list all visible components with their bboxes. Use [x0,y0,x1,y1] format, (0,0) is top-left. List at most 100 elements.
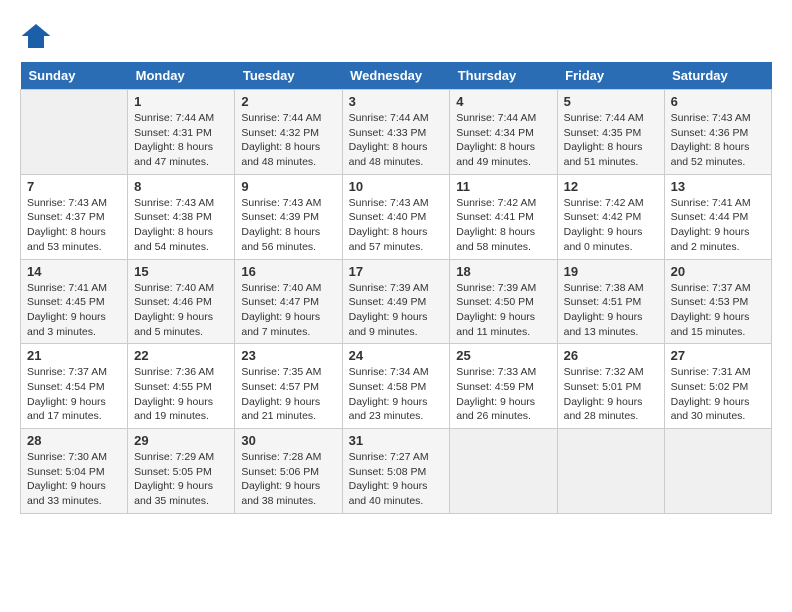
day-number: 9 [241,179,335,194]
calendar-cell: 10 Sunrise: 7:43 AMSunset: 4:40 PMDayligh… [342,174,450,259]
calendar-cell [664,429,771,514]
day-number: 12 [564,179,658,194]
day-info: Sunrise: 7:43 AMSunset: 4:37 PMDaylight:… [27,196,121,255]
day-info: Sunrise: 7:38 AMSunset: 4:51 PMDaylight:… [564,281,658,340]
week-row-1: 1 Sunrise: 7:44 AMSunset: 4:31 PMDaylight… [21,90,772,175]
calendar-cell: 30 Sunrise: 7:28 AMSunset: 5:06 PMDayligh… [235,429,342,514]
day-number: 27 [671,348,765,363]
logo [20,20,56,52]
week-row-3: 14Sunrise: 7:41 AMSunset: 4:45 PMDayligh… [21,259,772,344]
day-info: Sunrise: 7:43 AMSunset: 4:40 PMDaylight:… [349,196,444,255]
calendar-cell: 24Sunrise: 7:34 AMSunset: 4:58 PMDayligh… [342,344,450,429]
calendar-cell: 26 Sunrise: 7:32 AMSunset: 5:01 PMDayligh… [557,344,664,429]
day-info: Sunrise: 7:40 AMSunset: 4:46 PMDaylight:… [134,281,228,340]
day-number: 26 [564,348,658,363]
calendar-cell: 11 Sunrise: 7:42 AMSunset: 4:41 PMDayligh… [450,174,557,259]
calendar-cell: 28 Sunrise: 7:30 AMSunset: 5:04 PMDayligh… [21,429,128,514]
day-info: Sunrise: 7:37 AMSunset: 4:54 PMDaylight:… [27,365,121,424]
day-info: Sunrise: 7:32 AMSunset: 5:01 PMDaylight:… [564,365,658,424]
day-info: Sunrise: 7:41 AMSunset: 4:44 PMDaylight:… [671,196,765,255]
calendar-table: SundayMondayTuesdayWednesdayThursdayFrid… [20,62,772,514]
day-number: 10 [349,179,444,194]
day-info: Sunrise: 7:44 AMSunset: 4:33 PMDaylight:… [349,111,444,170]
day-info: Sunrise: 7:44 AMSunset: 4:31 PMDaylight:… [134,111,228,170]
day-info: Sunrise: 7:35 AMSunset: 4:57 PMDaylight:… [241,365,335,424]
day-number: 24 [349,348,444,363]
day-info: Sunrise: 7:36 AMSunset: 4:55 PMDaylight:… [134,365,228,424]
calendar-cell: 19Sunrise: 7:38 AMSunset: 4:51 PMDayligh… [557,259,664,344]
day-number: 6 [671,94,765,109]
day-number: 17 [349,264,444,279]
day-number: 8 [134,179,228,194]
calendar-cell: 22 Sunrise: 7:36 AMSunset: 4:55 PMDayligh… [128,344,235,429]
day-info: Sunrise: 7:43 AMSunset: 4:38 PMDaylight:… [134,196,228,255]
weekday-header-saturday: Saturday [664,62,771,90]
calendar-cell [21,90,128,175]
day-number: 5 [564,94,658,109]
calendar-cell: 6 Sunrise: 7:43 AMSunset: 4:36 PMDaylight… [664,90,771,175]
day-info: Sunrise: 7:30 AMSunset: 5:04 PMDaylight:… [27,450,121,509]
day-info: Sunrise: 7:44 AMSunset: 4:35 PMDaylight:… [564,111,658,170]
calendar-cell: 13 Sunrise: 7:41 AMSunset: 4:44 PMDayligh… [664,174,771,259]
calendar-cell: 23 Sunrise: 7:35 AMSunset: 4:57 PMDayligh… [235,344,342,429]
calendar-cell: 29Sunrise: 7:29 AMSunset: 5:05 PMDayligh… [128,429,235,514]
day-number: 13 [671,179,765,194]
day-info: Sunrise: 7:44 AMSunset: 4:32 PMDaylight:… [241,111,335,170]
weekday-header-thursday: Thursday [450,62,557,90]
day-info: Sunrise: 7:43 AMSunset: 4:39 PMDaylight:… [241,196,335,255]
day-number: 21 [27,348,121,363]
day-number: 18 [456,264,550,279]
weekday-header-monday: Monday [128,62,235,90]
calendar-cell: 9 Sunrise: 7:43 AMSunset: 4:39 PMDaylight… [235,174,342,259]
day-number: 16 [241,264,335,279]
day-number: 25 [456,348,550,363]
day-info: Sunrise: 7:31 AMSunset: 5:02 PMDaylight:… [671,365,765,424]
day-number: 28 [27,433,121,448]
day-number: 31 [349,433,444,448]
calendar-cell: 18Sunrise: 7:39 AMSunset: 4:50 PMDayligh… [450,259,557,344]
day-info: Sunrise: 7:39 AMSunset: 4:49 PMDaylight:… [349,281,444,340]
week-row-2: 7 Sunrise: 7:43 AMSunset: 4:37 PMDaylight… [21,174,772,259]
calendar-cell: 5 Sunrise: 7:44 AMSunset: 4:35 PMDaylight… [557,90,664,175]
day-number: 1 [134,94,228,109]
header [20,20,772,52]
day-info: Sunrise: 7:42 AMSunset: 4:41 PMDaylight:… [456,196,550,255]
calendar-cell [557,429,664,514]
logo-icon [20,20,52,52]
calendar-cell: 7 Sunrise: 7:43 AMSunset: 4:37 PMDaylight… [21,174,128,259]
day-number: 22 [134,348,228,363]
day-info: Sunrise: 7:37 AMSunset: 4:53 PMDaylight:… [671,281,765,340]
calendar-cell: 1 Sunrise: 7:44 AMSunset: 4:31 PMDaylight… [128,90,235,175]
day-number: 23 [241,348,335,363]
calendar-cell: 12 Sunrise: 7:42 AMSunset: 4:42 PMDayligh… [557,174,664,259]
calendar-cell: 27 Sunrise: 7:31 AMSunset: 5:02 PMDayligh… [664,344,771,429]
calendar-cell: 20 Sunrise: 7:37 AMSunset: 4:53 PMDayligh… [664,259,771,344]
calendar-cell: 4Sunrise: 7:44 AMSunset: 4:34 PMDaylight… [450,90,557,175]
calendar-cell: 31Sunrise: 7:27 AMSunset: 5:08 PMDayligh… [342,429,450,514]
day-number: 30 [241,433,335,448]
day-number: 7 [27,179,121,194]
weekday-header-sunday: Sunday [21,62,128,90]
weekday-header-row: SundayMondayTuesdayWednesdayThursdayFrid… [21,62,772,90]
day-info: Sunrise: 7:40 AMSunset: 4:47 PMDaylight:… [241,281,335,340]
calendar-cell: 17 Sunrise: 7:39 AMSunset: 4:49 PMDayligh… [342,259,450,344]
day-number: 3 [349,94,444,109]
day-info: Sunrise: 7:43 AMSunset: 4:36 PMDaylight:… [671,111,765,170]
calendar-cell: 25 Sunrise: 7:33 AMSunset: 4:59 PMDayligh… [450,344,557,429]
calendar-cell: 2Sunrise: 7:44 AMSunset: 4:32 PMDaylight… [235,90,342,175]
day-number: 20 [671,264,765,279]
day-number: 11 [456,179,550,194]
day-info: Sunrise: 7:29 AMSunset: 5:05 PMDaylight:… [134,450,228,509]
day-number: 15 [134,264,228,279]
calendar-cell [450,429,557,514]
day-info: Sunrise: 7:28 AMSunset: 5:06 PMDaylight:… [241,450,335,509]
calendar-cell: 21 Sunrise: 7:37 AMSunset: 4:54 PMDayligh… [21,344,128,429]
weekday-header-tuesday: Tuesday [235,62,342,90]
day-info: Sunrise: 7:44 AMSunset: 4:34 PMDaylight:… [456,111,550,170]
day-info: Sunrise: 7:41 AMSunset: 4:45 PMDaylight:… [27,281,121,340]
day-info: Sunrise: 7:33 AMSunset: 4:59 PMDaylight:… [456,365,550,424]
calendar-cell: 14Sunrise: 7:41 AMSunset: 4:45 PMDayligh… [21,259,128,344]
calendar-cell: 16 Sunrise: 7:40 AMSunset: 4:47 PMDayligh… [235,259,342,344]
day-info: Sunrise: 7:42 AMSunset: 4:42 PMDaylight:… [564,196,658,255]
weekday-header-wednesday: Wednesday [342,62,450,90]
